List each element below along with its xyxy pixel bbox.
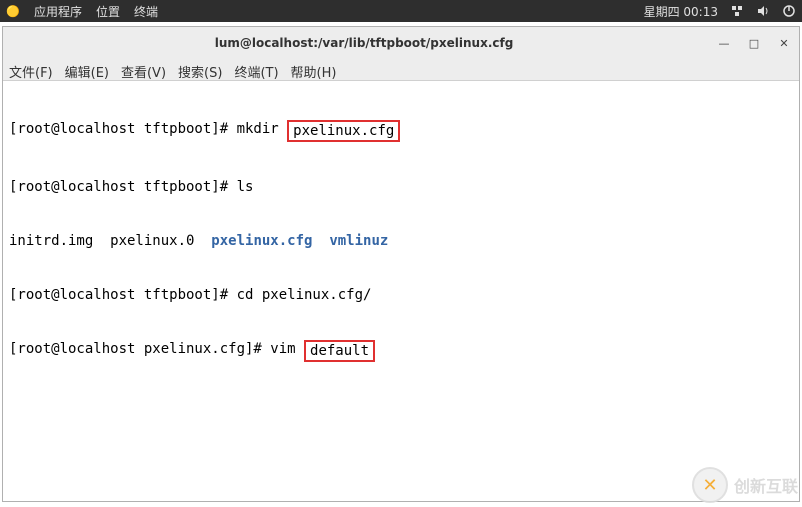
highlighted-mkdir-arg: pxelinux.cfg [287, 120, 400, 142]
sound-icon[interactable] [756, 4, 770, 18]
maximize-button[interactable]: □ [747, 36, 761, 50]
menu-file[interactable]: 文件(F) [9, 62, 53, 81]
terminal-task[interactable]: 终端 [134, 3, 158, 20]
watermark-text: 创新互联 [734, 473, 798, 497]
power-icon[interactable] [782, 4, 796, 18]
clock-label[interactable]: 星期四 00:13 [644, 3, 718, 20]
window-title: lum@localhost:/var/lib/tftpboot/pxelinux… [11, 36, 717, 50]
system-top-panel: 🟡 应用程序 位置 终端 星期四 00:13 [0, 0, 802, 22]
terminal-line: [root@localhost tftpboot]# cd pxelinux.c… [9, 286, 793, 304]
watermark-icon: ✕ [692, 467, 728, 503]
terminal-line: [root@localhost tftpboot]# ls [9, 178, 793, 196]
close-button[interactable]: ✕ [777, 36, 791, 50]
prompt-text: [root@localhost tftpboot]# cd pxelinux.c… [9, 286, 371, 304]
window-titlebar[interactable]: lum@localhost:/var/lib/tftpboot/pxelinux… [3, 27, 799, 59]
ls-output-file: vmlinuz [329, 232, 388, 250]
menu-terminal[interactable]: 终端(T) [234, 62, 278, 81]
terminal-line: [root@localhost pxelinux.cfg]# vim defau… [9, 340, 793, 362]
watermark: ✕ 创新互联 [692, 467, 798, 503]
applications-menu[interactable]: 应用程序 [34, 3, 82, 20]
menu-search[interactable]: 搜索(S) [178, 62, 222, 81]
terminal-window: lum@localhost:/var/lib/tftpboot/pxelinux… [2, 26, 800, 502]
panel-right-items: 星期四 00:13 [644, 3, 796, 20]
app-launcher-icon[interactable]: 🟡 [6, 4, 20, 18]
terminal-line: initrd.img pxelinux.0 pxelinux.cfg vmlin… [9, 232, 793, 250]
minimize-button[interactable]: — [717, 36, 731, 50]
places-menu[interactable]: 位置 [96, 3, 120, 20]
panel-left-items: 🟡 应用程序 位置 终端 [6, 3, 158, 20]
window-controls: — □ ✕ [717, 36, 791, 50]
prompt-text: [root@localhost tftpboot]# ls [9, 178, 253, 196]
terminal-menubar: 文件(F) 编辑(E) 查看(V) 搜索(S) 终端(T) 帮助(H) [3, 59, 799, 81]
menu-help[interactable]: 帮助(H) [291, 62, 337, 81]
menu-edit[interactable]: 编辑(E) [65, 62, 109, 81]
prompt-text: [root@localhost pxelinux.cfg]# vim [9, 340, 304, 362]
network-icon[interactable] [730, 4, 744, 18]
ls-output-dir: pxelinux.cfg [211, 232, 312, 250]
highlighted-vim-arg: default [304, 340, 375, 362]
prompt-text: [root@localhost tftpboot]# mkdir [9, 120, 287, 142]
terminal-output[interactable]: [root@localhost tftpboot]# mkdir pxelinu… [3, 81, 799, 501]
ls-output-plain: initrd.img pxelinux.0 [9, 232, 211, 250]
terminal-line: [root@localhost tftpboot]# mkdir pxelinu… [9, 120, 793, 142]
ls-output-plain [312, 232, 329, 250]
menu-view[interactable]: 查看(V) [121, 62, 166, 81]
